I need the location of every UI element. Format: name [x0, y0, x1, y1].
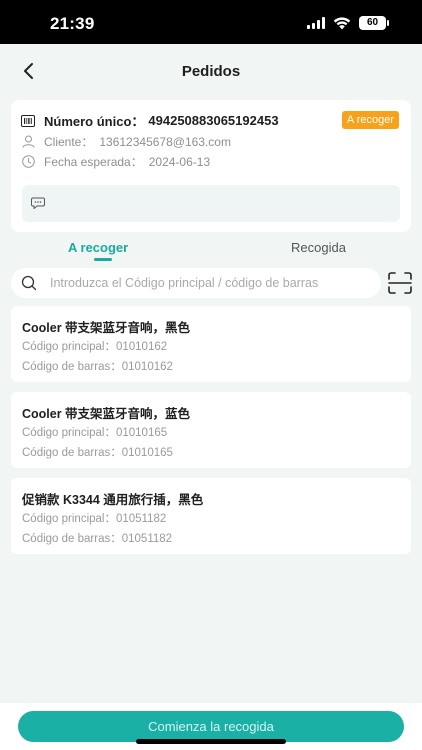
comment-icon — [31, 197, 45, 209]
scan-button[interactable] — [388, 272, 412, 294]
note-box — [22, 185, 400, 222]
status-icons: 60 — [307, 16, 389, 30]
nav-bar: Pedidos — [0, 44, 422, 98]
status-bar: 21:39 60 — [0, 0, 422, 44]
order-number-row: Número único： 494250883065192453 — [21, 111, 279, 130]
cellular-signal-icon — [307, 17, 325, 29]
item-main-code: Código principal：01010162 — [22, 338, 167, 354]
main-code-value: 01010165 — [115, 427, 168, 439]
date-row: Fecha esperada： 2024-06-13 — [21, 153, 210, 170]
order-number-label: Número único： — [44, 114, 145, 129]
client-row: Cliente： 13612345678@163.com — [21, 133, 231, 150]
start-picking-button[interactable]: Comienza la recogida — [18, 711, 404, 742]
home-indicator — [136, 739, 286, 744]
bottom-bar: Comienza la recogida — [0, 703, 422, 750]
active-tab-indicator — [94, 258, 112, 261]
main-code-value: 01051182 — [115, 513, 167, 525]
barcode-label: Código de barras： — [22, 447, 122, 459]
client-value: 13612345678@163.com — [99, 134, 231, 149]
clock-icon — [21, 155, 35, 169]
search-input[interactable] — [50, 276, 355, 290]
list-item[interactable]: Cooler 带支架蓝牙音响，蓝色 Código principal：01010… — [11, 392, 411, 468]
search-box — [11, 268, 381, 298]
search-icon — [21, 275, 37, 291]
item-main-code: Código principal：01051182 — [22, 510, 166, 526]
tab-bar: A recoger Recogida — [0, 236, 422, 266]
client-label: Cliente： — [44, 135, 94, 149]
order-number-value: 494250883065192453 — [148, 113, 279, 128]
list-item[interactable]: 促销款 K3344 通用旅行插，黑色 Código principal：0105… — [11, 478, 411, 554]
barcode-label: Código de barras： — [22, 533, 122, 545]
list-item[interactable]: Cooler 带支架蓝牙音响，黑色 Código principal：01010… — [11, 306, 411, 382]
status-badge: A recoger — [341, 111, 399, 129]
barcode-value: 01010165 — [121, 447, 173, 459]
wifi-icon — [333, 16, 351, 29]
tab-to-pick[interactable]: A recoger — [68, 240, 128, 255]
item-barcode: Código de barras：01010162 — [22, 358, 173, 374]
tab-picked[interactable]: Recogida — [291, 240, 346, 255]
item-main-code: Código principal：01010165 — [22, 424, 167, 440]
main-code-label: Código principal： — [22, 341, 116, 353]
battery-indicator: 60 — [359, 16, 389, 30]
main-code-label: Código principal： — [22, 427, 116, 439]
date-label: Fecha esperada： — [44, 155, 143, 169]
user-icon — [21, 135, 35, 149]
item-list: Cooler 带支架蓝牙音响，黑色 Código principal：01010… — [11, 306, 411, 564]
barcode-label: Código de barras： — [22, 361, 122, 373]
item-barcode: Código de barras：01051182 — [22, 530, 172, 546]
item-title: Cooler 带支架蓝牙音响，蓝色 — [22, 407, 191, 421]
item-barcode: Código de barras：01010165 — [22, 444, 173, 460]
status-time: 21:39 — [50, 14, 95, 33]
main-code-value: 01010162 — [115, 341, 168, 353]
barcode-icon — [21, 114, 35, 128]
main-code-label: Código principal： — [22, 513, 116, 525]
barcode-value: 01051182 — [121, 533, 173, 545]
barcode-value: 01010162 — [121, 361, 173, 373]
date-value: 2024-06-13 — [148, 154, 211, 169]
page-title: Pedidos — [181, 63, 241, 80]
item-title: Cooler 带支架蓝牙音响，黑色 — [22, 321, 191, 335]
order-info-card: Número único： 494250883065192453 A recog… — [11, 100, 411, 232]
item-title: 促销款 K3344 通用旅行插，黑色 — [22, 493, 204, 507]
